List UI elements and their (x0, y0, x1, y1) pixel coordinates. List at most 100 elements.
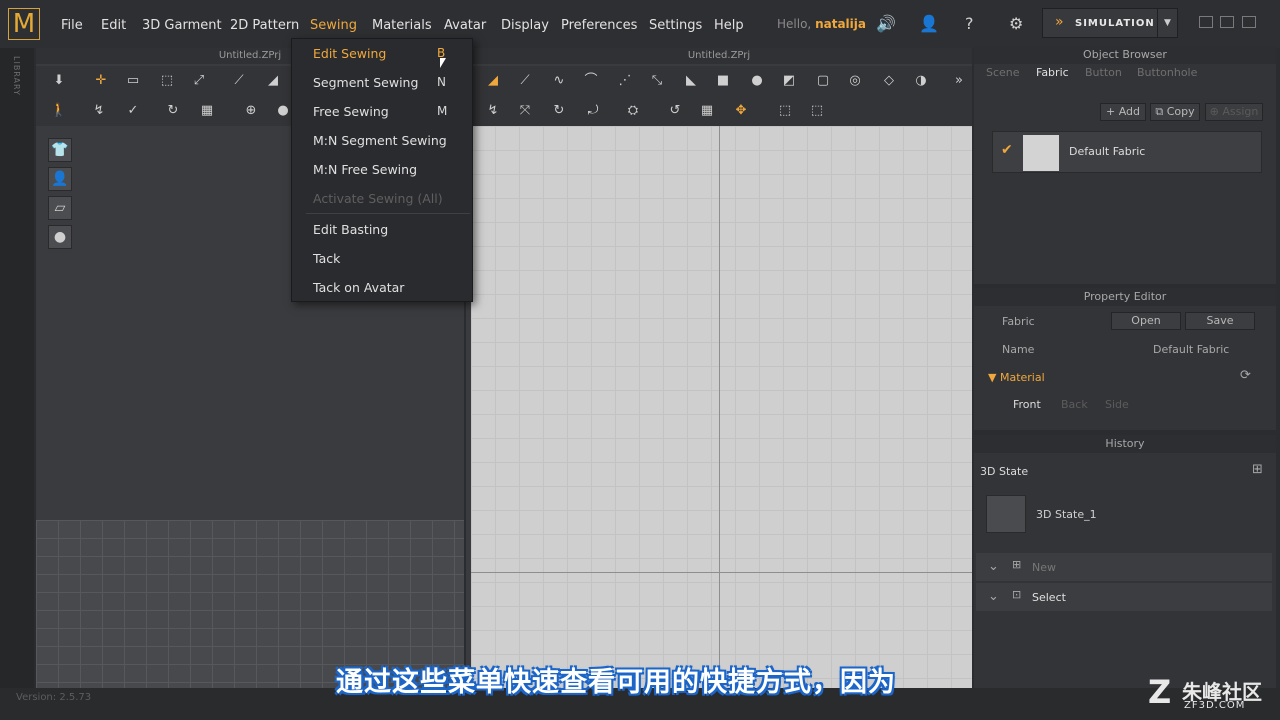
help-icon[interactable]: ? (965, 14, 974, 33)
circle-icon[interactable]: ● (746, 71, 768, 91)
library-strip[interactable]: LIBRARY (0, 48, 34, 688)
show-fabric-icon[interactable]: ▱ (48, 196, 72, 220)
transform-icon[interactable]: ✛ (90, 71, 112, 91)
tack-icon[interactable]: ↻ (162, 101, 184, 121)
menu-materials[interactable]: Materials (372, 18, 432, 33)
internal-circle-icon[interactable]: ◎ (844, 71, 866, 91)
more-tools-icon[interactable]: » (948, 71, 970, 91)
2d-horizontal-axis (471, 572, 972, 573)
menu-segment-sewing[interactable]: Segment Sewing (313, 75, 418, 90)
segment-sewing-icon[interactable]: ↯ (482, 101, 504, 121)
avatar-settings-icon[interactable]: ⚙ (1009, 14, 1023, 33)
menu-help[interactable]: Help (714, 18, 744, 33)
fabric-list-item[interactable]: ✔ Default Fabric (992, 131, 1262, 173)
close-icon[interactable] (1242, 16, 1256, 28)
history-thumbnail[interactable] (986, 495, 1026, 533)
menu-mn-free-sewing[interactable]: M:N Free Sewing (313, 162, 417, 177)
mn-sewing-icon[interactable]: ↻ (548, 101, 570, 121)
internal-polygon-icon[interactable]: ◩ (778, 71, 800, 91)
sewing-3d-icon[interactable]: ↯ (88, 101, 110, 121)
curve-point-icon[interactable]: ∿ (548, 71, 570, 91)
dart-icon[interactable]: ◇ (878, 71, 900, 91)
simulation-button[interactable]: » SIMULATION ▼ (1042, 8, 1178, 38)
menu-edit[interactable]: Edit (101, 18, 126, 33)
edit-curve-icon[interactable]: ⟋ (514, 71, 536, 91)
save-button[interactable]: Save (1185, 312, 1255, 330)
assign-button[interactable]: ⊕ Assign (1205, 103, 1263, 121)
select-box-icon[interactable]: ▭ (122, 71, 144, 91)
history-new-row[interactable]: ⌄ ⊞ New (976, 553, 1272, 581)
segment-icon[interactable]: ⤡ (646, 71, 668, 91)
menu-free-sewing[interactable]: Free Sewing (313, 104, 389, 119)
menu-edit-basting[interactable]: Edit Basting (313, 222, 388, 237)
tab-scene[interactable]: Scene (986, 66, 1020, 79)
tab-fabric[interactable]: Fabric (1036, 66, 1069, 79)
simulation-dropdown-icon[interactable]: ▼ (1157, 9, 1177, 37)
show-garment-icon[interactable]: 👕 (48, 138, 72, 162)
material-section[interactable]: ▼ Material (988, 371, 1045, 384)
checker-icon[interactable]: ▦ (196, 101, 218, 121)
grain-icon[interactable]: ▦ (696, 101, 718, 121)
add-point-icon[interactable]: ⋰ (614, 71, 636, 91)
hello-label: Hello, (777, 17, 812, 31)
free-sewing-icon[interactable]: ⤧ (514, 101, 536, 121)
select-box-2d-icon[interactable]: ⬚ (774, 101, 796, 121)
history-entry[interactable]: 3D State_1 (1036, 508, 1097, 521)
internal-rect-icon[interactable]: ▢ (812, 71, 834, 91)
edit-curvature-icon[interactable]: ⌒ (580, 71, 602, 91)
pin-icon[interactable]: ⟋ (228, 71, 250, 91)
subtab-back[interactable]: Back (1061, 398, 1088, 411)
select-move-icon[interactable]: ⬇ (48, 71, 70, 91)
tab-button[interactable]: Button (1085, 66, 1122, 79)
iron-icon[interactable]: ⛭ (622, 101, 644, 121)
fold-icon[interactable]: ⤢ (188, 71, 210, 91)
tack-2d-icon[interactable]: ↺ (664, 101, 686, 121)
user-name[interactable]: natalija (815, 17, 866, 31)
zoom-select-icon[interactable]: ⬚ (806, 101, 828, 121)
menu-avatar[interactable]: Avatar (444, 18, 486, 33)
menu-display[interactable]: Display (501, 18, 549, 33)
polygon-icon[interactable]: ◣ (680, 71, 702, 91)
edit-point-icon[interactable]: ◢ (482, 71, 504, 91)
object-browser-title-text: Object Browser (1083, 48, 1167, 61)
show-skin-icon[interactable]: ● (48, 225, 72, 249)
edit-pattern-icon[interactable]: ⬚ (156, 71, 178, 91)
check-sewing-icon[interactable]: ⤾ (582, 101, 604, 121)
menu-mn-segment-sewing[interactable]: M:N Segment Sewing (313, 133, 447, 148)
subtab-side[interactable]: Side (1105, 398, 1129, 411)
menu-2d-pattern[interactable]: 2D Pattern (230, 18, 299, 33)
pin-2d-icon[interactable]: ✥ (730, 101, 752, 121)
show-avatar-icon[interactable]: 👤 (48, 167, 72, 191)
minimize-icon[interactable] (1199, 16, 1213, 28)
open-button[interactable]: Open (1111, 312, 1181, 330)
version-text: Version: 2.5.73 (16, 692, 92, 703)
menu-3d-garment[interactable]: 3D Garment (142, 18, 222, 33)
user-icon[interactable]: 👤 (919, 14, 939, 33)
add-button[interactable]: + Add (1100, 103, 1146, 121)
measure-icon[interactable]: ✓ (122, 101, 144, 121)
tab-buttonhole[interactable]: Buttonhole (1137, 66, 1197, 79)
rectangle-icon[interactable]: ■ (712, 71, 734, 91)
button-add-icon[interactable]: ⊕ (240, 101, 262, 121)
menu-preferences[interactable]: Preferences (561, 18, 637, 33)
maximize-icon[interactable] (1220, 16, 1234, 28)
trace-icon[interactable]: ◑ (910, 71, 932, 91)
top-bar: M File Edit 3D Garment 2D Pattern Sewing… (0, 0, 1280, 48)
menu-tack[interactable]: Tack (313, 251, 340, 266)
menu-sewing[interactable]: Sewing (310, 18, 357, 33)
menu-settings[interactable]: Settings (649, 18, 702, 33)
brush-icon[interactable]: ◢ (262, 71, 284, 91)
speaker-icon[interactable]: 🔊 (876, 14, 896, 33)
avatar-pose-icon[interactable]: 🚶 (48, 101, 70, 121)
subtab-front[interactable]: Front (1013, 398, 1041, 411)
history-settings-icon[interactable]: ⊞ (1252, 462, 1263, 477)
2d-pattern-grid[interactable] (471, 126, 972, 688)
menu-tack-on-avatar[interactable]: Tack on Avatar (313, 280, 404, 295)
history-select-row[interactable]: ⌄ ⊡ Select (976, 583, 1272, 611)
refresh-icon[interactable]: ⟳ (1240, 368, 1251, 383)
name-value[interactable]: Default Fabric (1153, 343, 1229, 356)
app-logo: M (8, 8, 40, 40)
menu-edit-sewing[interactable]: Edit Sewing (313, 46, 386, 61)
menu-file[interactable]: File (61, 18, 83, 33)
copy-button[interactable]: ⧉ Copy (1150, 103, 1200, 121)
